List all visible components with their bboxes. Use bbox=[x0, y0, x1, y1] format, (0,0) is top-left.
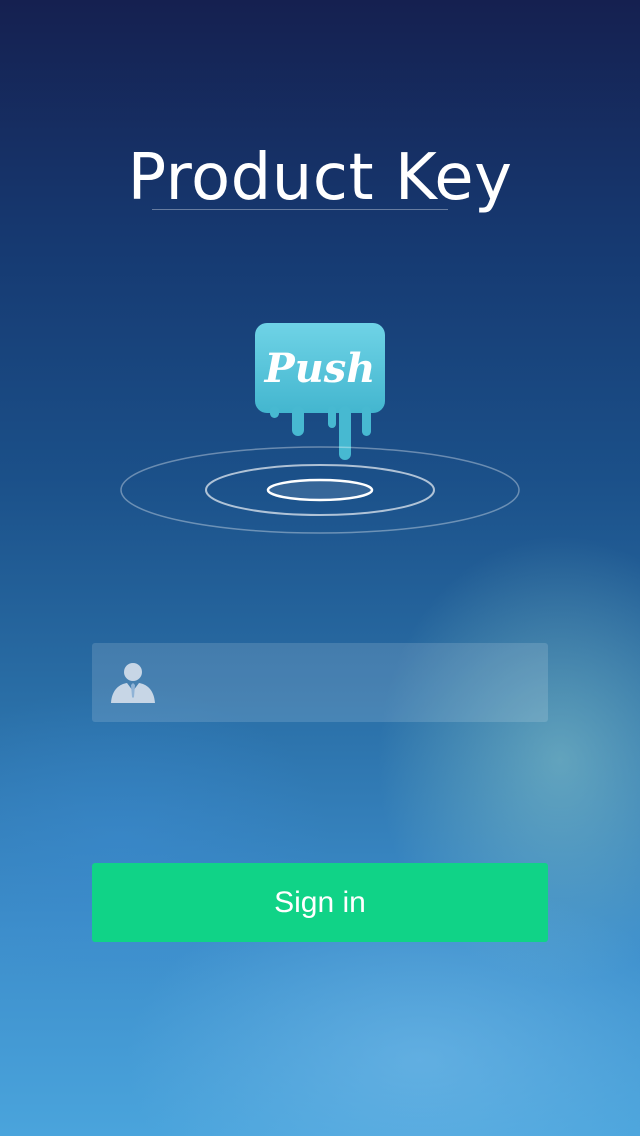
page-title: Product Key bbox=[127, 141, 513, 215]
login-screen: Product Key Push Sign in bbox=[0, 0, 640, 1136]
username-input[interactable] bbox=[176, 643, 536, 722]
user-icon bbox=[111, 663, 155, 703]
ripple-rings bbox=[120, 446, 520, 534]
title-divider bbox=[152, 209, 448, 210]
logo-text: Push bbox=[264, 345, 376, 392]
sign-in-button[interactable]: Sign in bbox=[92, 863, 548, 942]
username-field[interactable] bbox=[92, 643, 548, 722]
